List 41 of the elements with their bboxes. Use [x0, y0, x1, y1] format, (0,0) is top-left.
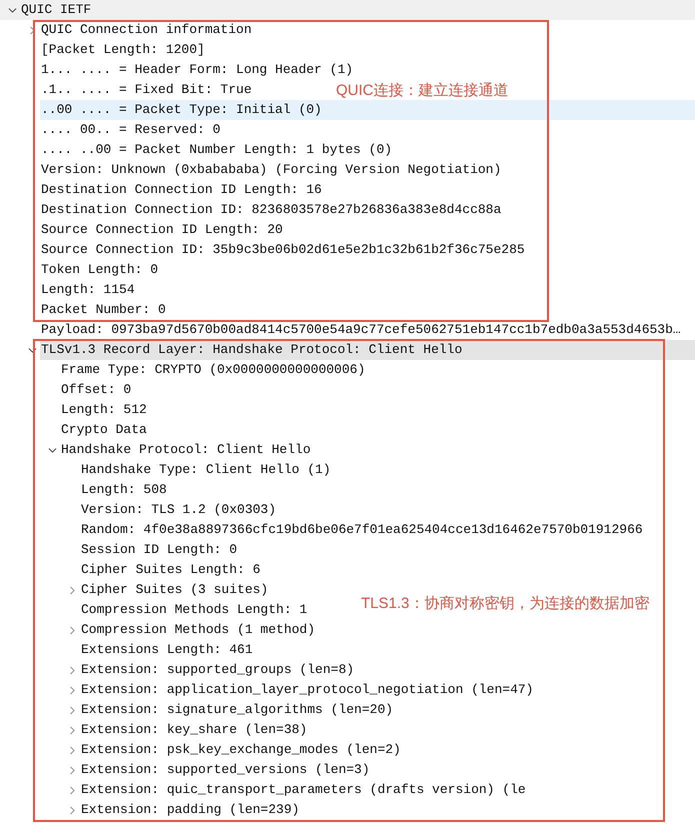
tree-item[interactable]: 1... .... = Header Form: Long Header (1): [40, 60, 354, 80]
tree-item[interactable]: Version: Unknown (0xbabababa) (Forcing Version Negotiation): [40, 160, 502, 180]
tree-item[interactable]: Extensions Length: 461: [80, 640, 253, 660]
tree-item[interactable]: ..00 .... = Packet Type: Initial (0): [40, 100, 695, 120]
tree-item[interactable]: Extension: supported_groups (len=8): [80, 660, 354, 680]
tree-item[interactable]: Session ID Length: 0: [80, 540, 238, 560]
tree-item[interactable]: Packet Number: 0: [40, 300, 166, 320]
tree-item[interactable]: Compression Methods (1 method): [80, 620, 316, 640]
tree-item[interactable]: Handshake Type: Client Hello (1): [80, 460, 331, 480]
tree-item[interactable]: Destination Connection ID Length: 16: [40, 180, 322, 200]
tree-item[interactable]: TLSv1.3 Record Layer: Handshake Protocol: Client Hello: [40, 340, 695, 360]
tree-item[interactable]: Payload: 0973ba97d5670b00ad8414c5700e54a9c77cefe5062751eb147cc1b7edb0a3a553d4653b…: [40, 320, 681, 340]
tree-item[interactable]: Frame Type: CRYPTO (0x0000000000000006): [60, 360, 366, 380]
tree-item[interactable]: Random: 4f0e38a8897366cfc19bd6be06e7f01ea625404cce13d16462e7570b01912966: [80, 520, 643, 540]
tree-item[interactable]: Offset: 0: [60, 380, 132, 400]
tree-item[interactable]: .... 00.. = Reserved: 0: [40, 120, 220, 140]
tree-item[interactable]: Extension: signature_algorithms (len=20): [80, 700, 394, 720]
tree-item[interactable]: Destination Connection ID: 8236803578e27b26836a383e8d4cc88a: [40, 200, 502, 220]
tree-item[interactable]: Length: 508: [80, 480, 167, 500]
tree-item[interactable]: QUIC Connection information: [40, 20, 252, 40]
tree-item[interactable]: Token Length: 0: [40, 260, 158, 280]
tree-item[interactable]: Source Connection ID: 35b9c3be06b02d61e5e2b1c32b61b2f36c75e285: [40, 240, 525, 260]
tree-item[interactable]: Length: 512: [60, 400, 147, 420]
annotation-text: QUIC连接：建立连接通道: [336, 81, 508, 101]
tree-item[interactable]: .... ..00 = Packet Number Length: 1 bytes (0): [40, 140, 392, 160]
tree-item[interactable]: [Packet Length: 1200]: [40, 40, 205, 60]
tree-item[interactable]: Handshake Protocol: Client Hello: [60, 440, 311, 460]
tree-item[interactable]: Extension: quic_transport_parameters (drafts version) (le: [80, 780, 526, 800]
tree-item[interactable]: Compression Methods Length: 1: [80, 600, 308, 620]
tree-item[interactable]: Extension: padding (len=239): [80, 800, 300, 820]
tree-item[interactable]: Cipher Suites (3 suites): [80, 580, 268, 600]
tree-item[interactable]: Cipher Suites Length: 6: [80, 560, 260, 580]
tree-item[interactable]: Extension: psk_key_exchange_modes (len=2): [80, 740, 401, 760]
tree-item[interactable]: Length: 1154: [40, 280, 135, 300]
tree-item[interactable]: .1.. .... = Fixed Bit: True: [40, 80, 252, 100]
tree-item[interactable]: Extension: supported_versions (len=3): [80, 760, 370, 780]
tree-item[interactable]: Crypto Data: [60, 420, 147, 440]
tree-item[interactable]: Extension: application_layer_protocol_negotiation (len=47): [80, 680, 534, 700]
tree-item[interactable]: Source Connection ID Length: 20: [40, 220, 283, 240]
tree-item[interactable]: Extension: key_share (len=38): [80, 720, 308, 740]
tree-item[interactable]: Version: TLS 1.2 (0x0303): [80, 500, 276, 520]
